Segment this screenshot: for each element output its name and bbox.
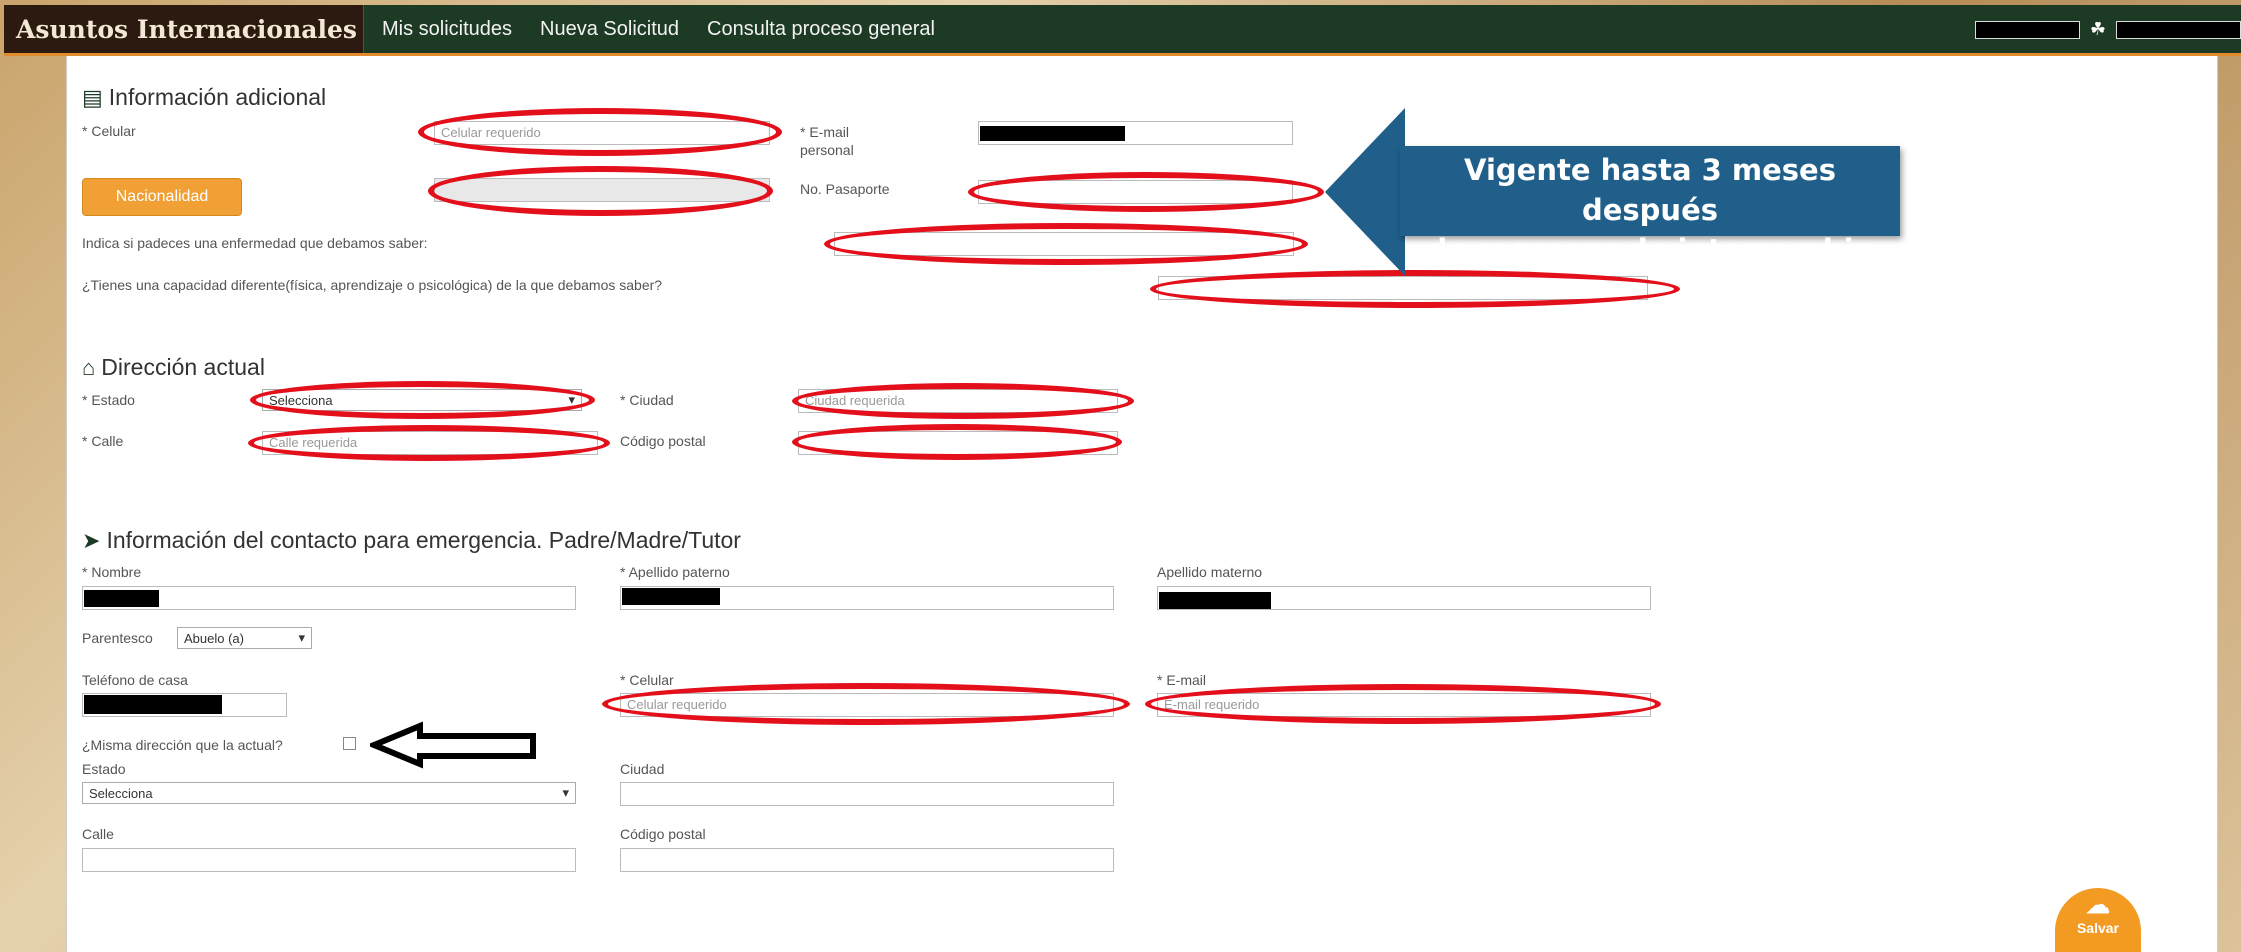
emergencia-ciudad-label: Ciudad — [620, 761, 665, 777]
emergencia-cp-label: Código postal — [620, 826, 706, 842]
emergencia-calle-label: Calle — [82, 826, 114, 842]
celular-input[interactable]: Celular requerido — [434, 121, 770, 145]
emergencia-email-input[interactable]: E-mail requerido — [1157, 693, 1651, 717]
misma-direccion-label: ¿Misma dirección que la actual? — [82, 737, 283, 753]
nav-nueva-solicitud[interactable]: Nueva Solicitud — [540, 18, 679, 41]
emergencia-celular-input[interactable]: Celular requerido — [620, 693, 1114, 717]
emergencia-calle-input[interactable] — [82, 848, 576, 872]
redacted-telefono — [84, 695, 222, 714]
misma-direccion-checkbox[interactable] — [343, 737, 356, 750]
pasaporte-input[interactable] — [978, 180, 1293, 204]
redacted-apellido-materno — [1159, 592, 1271, 609]
parentesco-select[interactable]: Abuelo (a) ▾ — [177, 627, 312, 649]
codigo-postal-label: Código postal — [620, 433, 706, 449]
redacted-email — [980, 126, 1125, 141]
redacted-nombre — [84, 590, 159, 607]
emergencia-cp-input[interactable] — [620, 848, 1114, 872]
section-direccion-actual: ⌂ Dirección actual — [82, 354, 265, 380]
cloud-upload-icon: ☁ — [2086, 892, 2110, 919]
nav-consulta-proceso[interactable]: Consulta proceso general — [707, 18, 935, 41]
celular-label: * Celular — [82, 123, 136, 139]
email-personal-label: * E-mail personal — [800, 124, 854, 158]
user-area[interactable]: ☘ — [1974, 19, 2241, 40]
callout-line-2: de regresar de intercambio — [1426, 233, 1874, 267]
enfermedad-input[interactable] — [834, 232, 1294, 256]
chevron-down-icon: ▾ — [562, 785, 569, 800]
estado-label: * Estado — [82, 392, 135, 408]
pasaporte-label: No. Pasaporte — [800, 181, 890, 197]
chevron-down-icon: ▾ — [298, 630, 305, 645]
nav-mis-solicitudes[interactable]: Mis solicitudes — [382, 18, 512, 41]
calle-label: * Calle — [82, 433, 124, 449]
emergencia-ciudad-input[interactable] — [620, 782, 1114, 806]
section-info-adicional: ▤ Información adicional — [82, 84, 327, 110]
redacted-user-id — [1974, 20, 2080, 39]
callout-pointer — [1325, 108, 1405, 276]
nombre-label: * Nombre — [82, 564, 142, 580]
pasaporte-callout: Vigente hasta 3 meses después de regresa… — [1400, 146, 1900, 267]
chevron-down-icon: ▾ — [568, 392, 575, 407]
capacidad-label: ¿Tienes una capacidad diferente(física, … — [82, 277, 663, 293]
telefono-casa-label: Teléfono de casa — [82, 672, 188, 688]
ciudad-label: * Ciudad — [620, 392, 674, 408]
paper-plane-icon: ➤ — [82, 527, 101, 553]
emergencia-celular-label: * Celular — [620, 672, 674, 688]
emergencia-estado-select[interactable]: Selecciona ▾ — [82, 782, 576, 804]
emergencia-email-label: * E-mail — [1157, 672, 1207, 688]
apellido-paterno-label: * Apellido paterno — [620, 564, 730, 580]
parentesco-label: Parentesco — [82, 630, 153, 646]
enfermedad-label: Indica si padeces una enfermedad que deb… — [82, 235, 428, 251]
user-icon[interactable]: ☘ — [2090, 19, 2106, 40]
emergencia-estado-label: Estado — [82, 761, 126, 777]
estado-select[interactable]: Selecciona ▾ — [262, 389, 582, 411]
brand-logo[interactable]: Asuntos Internacionales — [4, 5, 364, 53]
codigo-postal-input[interactable] — [798, 431, 1118, 455]
ciudad-input[interactable]: Ciudad requerida — [798, 389, 1118, 413]
arrow-annotation-icon — [370, 721, 536, 769]
callout-line-1: Vigente hasta 3 meses después — [1464, 153, 1836, 227]
redacted-apellido-paterno — [622, 588, 720, 605]
capacidad-input[interactable] — [1158, 276, 1648, 300]
section-contacto-emergencia: ➤ Información del contacto para emergenc… — [82, 527, 741, 553]
home-icon: ⌂ — [82, 354, 96, 380]
briefcase-icon: ▤ — [82, 84, 103, 110]
apellido-materno-label: Apellido materno — [1157, 564, 1263, 580]
calle-input[interactable]: Calle requerida — [262, 431, 598, 455]
redacted-user-name — [2116, 20, 2241, 39]
save-button[interactable]: ☁ Salvar — [2055, 888, 2141, 952]
top-navbar: Asuntos Internacionales Mis solicitudes … — [4, 5, 2241, 56]
nacionalidad-button[interactable]: Nacionalidad — [82, 178, 242, 216]
nacionalidad-input[interactable] — [434, 178, 770, 202]
